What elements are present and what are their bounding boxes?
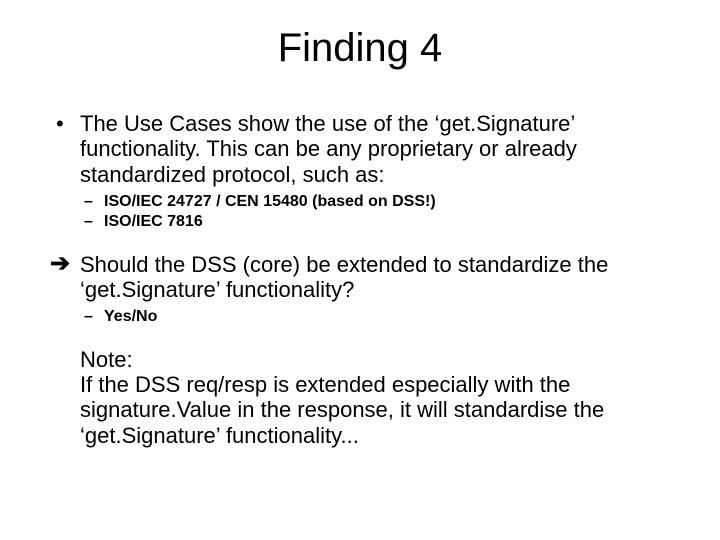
note-text: If the DSS req/resp is extended especial… [80,372,670,448]
bullet-item-2: ➔ Should the DSS (core) be extended to s… [50,252,670,303]
dash-icon: – [84,308,93,326]
sub-item-text: Yes/No [104,308,157,325]
bullet-item-1: • The Use Cases show the use of the ‘get… [50,111,670,187]
slide: Finding 4 • The Use Cases show the use o… [0,0,720,540]
slide-body: • The Use Cases show the use of the ‘get… [50,111,670,448]
sub-item-text: ISO/IEC 7816 [104,213,203,230]
sub-list-1: – ISO/IEC 24727 / CEN 15480 (based on DS… [80,193,670,232]
sub-item-text: ISO/IEC 24727 / CEN 15480 (based on DSS!… [104,193,436,210]
bullet-item-2-text: Should the DSS (core) be extended to sta… [80,252,608,302]
sub-item: – Yes/No [80,308,670,326]
sub-item: – ISO/IEC 7816 [80,213,670,231]
note-label: Note: [80,347,670,372]
sub-item: – ISO/IEC 24727 / CEN 15480 (based on DS… [80,193,670,211]
dash-icon: – [84,213,93,231]
sub-list-2: – Yes/No [80,308,670,326]
dash-icon: – [84,193,93,211]
bullet-item-1-text: The Use Cases show the use of the ‘get.S… [80,111,577,187]
slide-title: Finding 4 [50,26,670,71]
arrow-right-icon: ➔ [50,252,70,276]
note-block: Note: If the DSS req/resp is extended es… [80,347,670,448]
bullet-dot-icon: • [56,111,64,136]
